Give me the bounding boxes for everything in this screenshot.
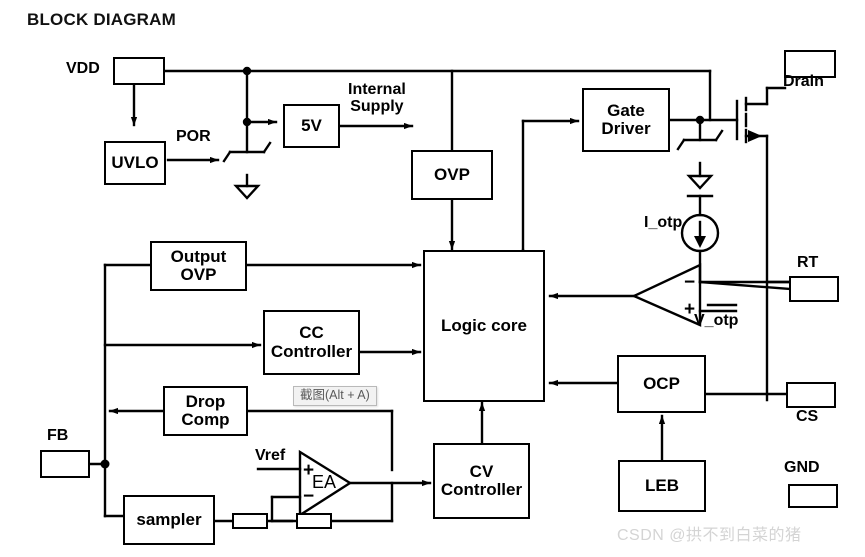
block-diagram-canvas: BLOCK DIAGRAM VDD Drain RT CS GND FB UVL…	[0, 0, 865, 557]
pin-rt[interactable]	[789, 276, 839, 302]
block-gate-driver[interactable]: Gate Driver	[582, 88, 670, 152]
pin-label-fb: FB	[47, 427, 69, 444]
ea-plus-sign: +	[303, 460, 315, 481]
pin-gnd[interactable]	[788, 484, 838, 508]
block-drop-comp[interactable]: Drop Comp	[163, 386, 248, 436]
block-logic-core[interactable]: Logic core	[423, 250, 545, 402]
pin-vdd[interactable]	[113, 57, 165, 85]
block-5v-regulator[interactable]: 5V	[283, 104, 340, 148]
resistor-ea-feedback	[296, 513, 332, 529]
signal-label-i-otp: I_otp	[644, 214, 683, 231]
signal-label-vref: Vref	[255, 447, 286, 464]
block-cc-controller[interactable]: CC Controller	[263, 310, 360, 375]
pin-label-cs: CS	[796, 408, 819, 425]
pin-label-vdd: VDD	[66, 60, 100, 77]
pin-label-gnd: GND	[784, 459, 820, 476]
block-ocp[interactable]: OCP	[617, 355, 706, 413]
block-leb[interactable]: LEB	[618, 460, 706, 512]
pin-label-drain: Drain	[783, 73, 824, 90]
pin-fb[interactable]	[40, 450, 90, 478]
page-title: BLOCK DIAGRAM	[27, 10, 176, 29]
signal-label-internal-supply: Internal Supply	[348, 81, 406, 115]
signal-label-v-otp: V_otp	[694, 312, 739, 329]
csdn-watermark: CSDN @拱不到白菜的猪	[617, 527, 802, 544]
signal-label-por: POR	[176, 128, 211, 145]
block-sampler[interactable]: sampler	[123, 495, 215, 545]
ea-minus-sign: −	[303, 486, 315, 507]
resistor-sampler-series	[232, 513, 268, 529]
block-ovp[interactable]: OVP	[411, 150, 493, 200]
amplifier-label-ea: EA	[312, 472, 337, 492]
block-cv-controller[interactable]: CV Controller	[433, 443, 530, 519]
comparator-plus-sign: +	[684, 299, 696, 320]
comparator-minus-sign: −	[684, 272, 696, 293]
pin-label-rt: RT	[797, 254, 819, 271]
block-uvlo[interactable]: UVLO	[104, 141, 166, 185]
block-output-ovp[interactable]: Output OVP	[150, 241, 247, 291]
pin-cs[interactable]	[786, 382, 836, 408]
screenshot-tooltip[interactable]: 截图(Alt + A)	[293, 386, 377, 406]
